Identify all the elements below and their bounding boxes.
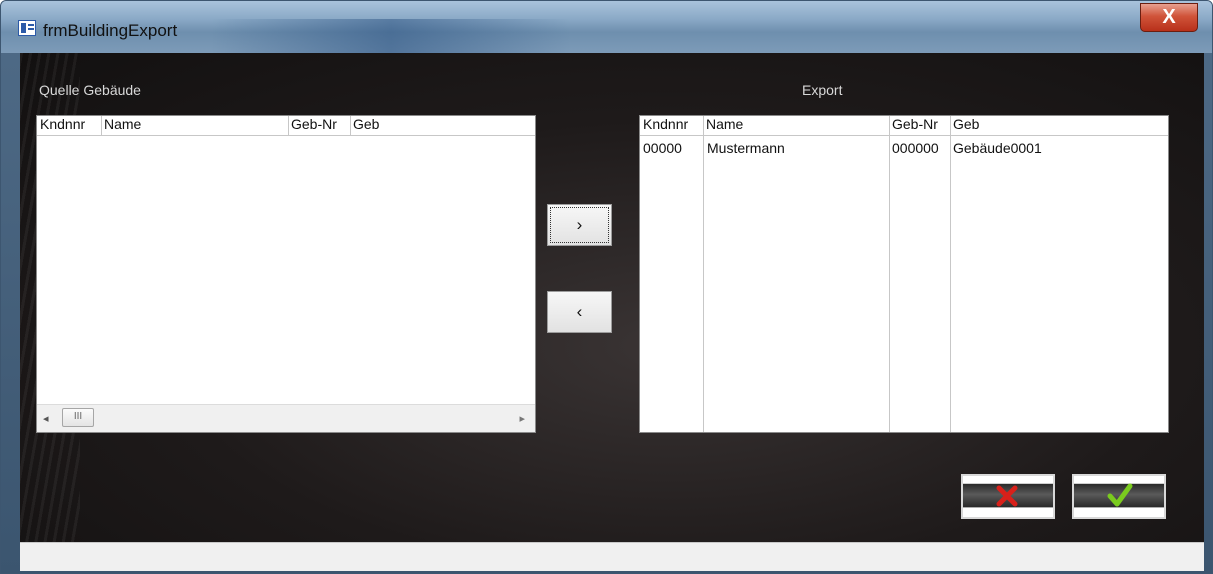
ok-button[interactable]: [1072, 474, 1166, 519]
cell-name: Mustermann: [707, 140, 785, 156]
column-header-name[interactable]: Name: [703, 116, 889, 135]
titlebar-background-decoration: [211, 19, 571, 53]
column-divider: [350, 116, 351, 136]
form-body: Quelle Gebäude Kndnnr Name Geb-Nr Geb ◂ …: [20, 53, 1204, 542]
cell-geb-nr: 000000: [892, 140, 939, 156]
column-divider: [101, 116, 102, 136]
table-row[interactable]: 00000 Mustermann 000000 Gebäude0001: [640, 140, 1168, 160]
title-bar[interactable]: frmBuildingExport X: [1, 1, 1212, 53]
cancel-button[interactable]: [961, 474, 1055, 519]
app-window: frmBuildingExport X Quelle Gebäude Kndnn…: [0, 0, 1213, 574]
export-listbox[interactable]: Kndnnr Name Geb-Nr Geb 00000 Mustermann …: [639, 115, 1169, 433]
scroll-thumb[interactable]: III: [62, 408, 94, 427]
column-divider: [288, 116, 289, 136]
form-icon: [18, 20, 36, 36]
cancel-x-icon: [996, 485, 1018, 507]
column-header-geb[interactable]: Geb: [950, 116, 1165, 135]
status-bar: [20, 542, 1204, 571]
column-header-name[interactable]: Name: [101, 116, 288, 135]
move-right-button[interactable]: ›: [547, 204, 612, 246]
column-header-kndnnr[interactable]: Kndnnr: [37, 116, 101, 135]
window-title: frmBuildingExport: [43, 21, 178, 40]
source-listbox-header: Kndnnr Name Geb-Nr Geb: [37, 116, 535, 136]
export-label: Export: [802, 82, 843, 98]
column-header-geb-nr[interactable]: Geb-Nr: [288, 116, 350, 135]
close-button[interactable]: X: [1140, 3, 1198, 32]
export-listbox-header: Kndnnr Name Geb-Nr Geb: [640, 116, 1168, 136]
column-divider: [703, 116, 704, 432]
column-header-geb-nr[interactable]: Geb-Nr: [889, 116, 950, 135]
column-divider: [889, 116, 890, 432]
scroll-left-arrow-icon[interactable]: ◂: [43, 412, 49, 425]
source-label: Quelle Gebäude: [39, 82, 141, 98]
cell-geb: Gebäude0001: [953, 140, 1042, 156]
cell-kndnnr: 00000: [643, 140, 682, 156]
column-header-kndnnr[interactable]: Kndnnr: [640, 116, 703, 135]
move-left-button[interactable]: ‹: [547, 291, 612, 333]
scroll-right-arrow-icon[interactable]: ▸: [519, 412, 525, 425]
column-divider: [950, 116, 951, 432]
horizontal-scrollbar[interactable]: ◂ III ▸: [37, 404, 535, 432]
column-header-geb[interactable]: Geb: [350, 116, 470, 135]
checkmark-icon: [1107, 483, 1133, 507]
source-listbox[interactable]: Kndnnr Name Geb-Nr Geb ◂ III ▸: [36, 115, 536, 433]
